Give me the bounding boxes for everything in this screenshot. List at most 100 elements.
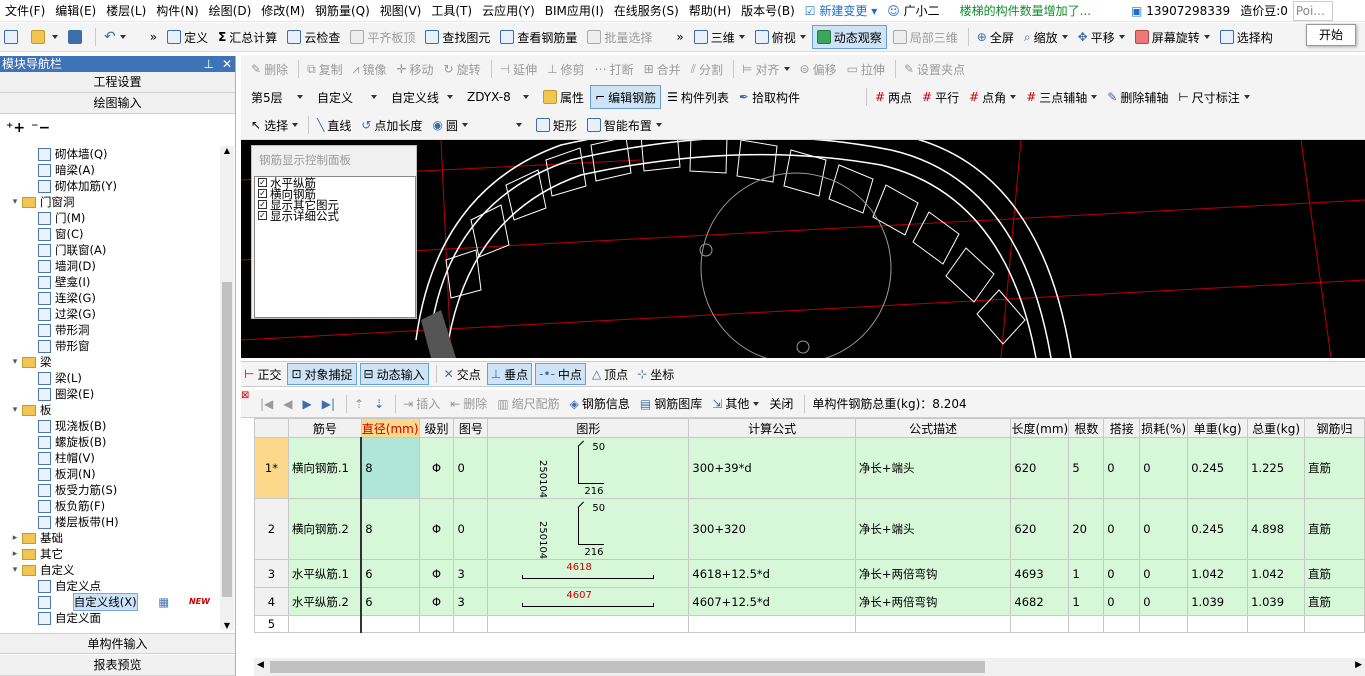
table-cell-name[interactable]: 横向钢筋.1 <box>287 437 363 499</box>
table-cell-desc[interactable]: 净长+端头 <box>854 437 1012 499</box>
table-cell-desc[interactable]: 净长+两倍弯钩 <box>854 587 1012 616</box>
merge-button[interactable]: ⊞ 合并 <box>640 57 685 81</box>
menu-item[interactable]: BIM应用(I) <box>540 0 609 22</box>
next-row-button[interactable]: ▶ <box>300 393 315 415</box>
table-cell-name[interactable]: 横向钢筋.2 <box>287 498 363 560</box>
table-cell-fig[interactable]: 0 <box>453 437 489 499</box>
select-comp-button[interactable]: 选择构 <box>1216 25 1277 49</box>
move-button[interactable]: ✛ 移动 <box>392 57 437 81</box>
view-rebar-button[interactable]: 查看钢筋量 <box>496 25 581 49</box>
category-select[interactable]: 自定义 <box>313 87 381 107</box>
table-cell-name[interactable] <box>287 615 363 633</box>
table-cell-len[interactable]: 620 <box>1010 437 1070 499</box>
table-cell-cat[interactable]: 直筋 <box>1304 559 1365 588</box>
table-cell-len[interactable]: 4693 <box>1010 559 1070 588</box>
dim-button[interactable]: ⊢ 尺寸标注 <box>1174 85 1253 109</box>
column-header[interactable]: 图形 <box>487 418 690 438</box>
column-header[interactable]: 图号 <box>453 418 489 438</box>
pin-icon[interactable]: ⊥ <box>203 57 213 71</box>
single-input-button[interactable]: 单构件输入 <box>0 633 235 654</box>
menu-item[interactable]: 绘图(D) <box>204 0 257 22</box>
table-cell-total_w[interactable]: 1.039 <box>1247 587 1306 616</box>
collapse-icon[interactable]: ▾ <box>10 562 20 578</box>
table-cell-count[interactable]: 1 <box>1068 559 1105 588</box>
table-cell-dia[interactable]: 8 <box>360 437 420 499</box>
tree-folder[interactable]: ▾ 板 <box>0 402 220 418</box>
tree-item[interactable]: 柱帽(V) <box>0 450 220 466</box>
table-cell-count[interactable] <box>1068 615 1105 633</box>
mid-button[interactable]: -•- 中点 <box>535 363 586 385</box>
find-elem-button[interactable]: 查找图元 <box>421 25 494 49</box>
table-row[interactable]: 1* 横向钢筋.1 8 Φ 0 250104 50 216 300+39*d 净长+端头 620 5 0… <box>254 437 1365 499</box>
column-header[interactable]: 损耗(%) <box>1139 418 1189 438</box>
view3d-button[interactable]: 三维 <box>690 25 749 49</box>
vertex-button[interactable]: △ 顶点 <box>589 363 631 385</box>
table-cell-unit_w[interactable]: 0.245 <box>1187 498 1249 560</box>
tree-item[interactable]: 门(M) <box>0 210 220 226</box>
pick-comp-button[interactable]: ✒ 拾取构件 <box>735 85 804 109</box>
grid-icon[interactable]: ▦ <box>158 594 169 610</box>
table-cell-total_w[interactable]: 4.898 <box>1247 498 1306 560</box>
table-cell-fig[interactable]: 3 <box>453 559 489 588</box>
type-select[interactable]: 自定义线 <box>387 87 457 107</box>
menu-item[interactable]: 楼层(L) <box>101 0 151 22</box>
table-cell-dia[interactable]: 8 <box>360 498 420 560</box>
overflow-chevron-2[interactable]: » <box>672 25 687 49</box>
column-header[interactable]: 单重(kg) <box>1187 418 1249 438</box>
comp-list-button[interactable]: ☰ 构件列表 <box>663 85 733 109</box>
table-cell-desc[interactable]: 净长+两倍弯钩 <box>854 559 1012 588</box>
table-cell-desc[interactable]: 净长+端头 <box>854 498 1012 560</box>
table-cell-formula[interactable]: 300+39*d <box>688 437 856 499</box>
tree-item[interactable]: 暗梁(A) <box>0 162 220 178</box>
table-cell-name[interactable]: 水平纵筋.1 <box>287 559 363 588</box>
table-row[interactable]: 3 水平纵筋.1 6 Φ 3 4618 4618+12.5*d 净长+两倍弯钩 4693 1 0 0 1… <box>254 559 1365 588</box>
new-change-button[interactable]: ☑ 新建变更 ▾ <box>800 0 882 22</box>
top-view-button[interactable]: 俯视 <box>751 25 810 49</box>
point-len-button[interactable]: ↺ 点加长度 <box>357 113 426 137</box>
table-cell-shape[interactable] <box>487 615 690 633</box>
table-cell-lap[interactable]: 0 <box>1103 437 1141 499</box>
user-account[interactable]: ▣ 13907298339 <box>1126 0 1235 22</box>
table-cell-formula[interactable]: 4618+12.5*d <box>688 559 856 588</box>
tree-item[interactable]: 过梁(G) <box>0 306 220 322</box>
table-cell-len[interactable]: 620 <box>1010 498 1070 560</box>
tree-item[interactable]: 连梁(G) <box>0 290 220 306</box>
offset-button[interactable]: ⊜ 偏移 <box>796 57 841 81</box>
table-hscrollbar[interactable]: ◀ ▶ <box>254 658 1365 676</box>
dynamic-view-button[interactable]: 动态观察 <box>811 25 887 49</box>
draw-input-button[interactable]: 绘图输入 <box>0 93 235 114</box>
intersect-button[interactable]: ✕ 交点 <box>441 363 484 385</box>
first-row-button[interactable]: |◀ <box>257 393 276 415</box>
tree-item[interactable]: 窗(C) <box>0 226 220 242</box>
table-cell-loss[interactable]: 0 <box>1139 587 1189 616</box>
table-row[interactable]: 5 <box>254 615 1365 633</box>
set-grip-button[interactable]: ✎ 设置夹点 <box>900 57 969 81</box>
tree-folder[interactable]: ▾ 梁 <box>0 354 220 370</box>
expand-icon[interactable]: ▸ <box>10 546 20 562</box>
row-number[interactable]: 3 <box>254 559 289 588</box>
column-header[interactable]: 计算公式 <box>688 418 856 438</box>
point-angle-button[interactable]: # 点角 <box>965 85 1020 109</box>
table-cell-cat[interactable]: 直筋 <box>1304 498 1365 560</box>
table-cell-fig[interactable]: 3 <box>453 587 489 616</box>
coord-button[interactable]: ⊹ 坐标 <box>634 363 677 385</box>
table-cell-total_w[interactable] <box>1247 615 1306 633</box>
table-cell-lap[interactable]: 0 <box>1103 559 1141 588</box>
table-cell-grade[interactable] <box>418 615 455 633</box>
tree-item[interactable]: 壁龛(I) <box>0 274 220 290</box>
table-cell-lap[interactable] <box>1103 615 1141 633</box>
tree-scrollbar-thumb[interactable] <box>222 282 232 597</box>
batch-select-button[interactable]: 批量选择 <box>583 25 656 49</box>
column-header[interactable]: 钢筋归 <box>1304 418 1365 438</box>
checkbox-icon[interactable]: ✓ <box>258 178 267 187</box>
column-header[interactable]: 直径(mm) <box>360 418 420 438</box>
table-cell-count[interactable]: 5 <box>1068 437 1105 499</box>
split-button[interactable]: ⫽ 分割 <box>687 57 727 81</box>
delete-button[interactable]: ✎ 删除 <box>247 57 292 81</box>
checkbox-icon[interactable]: ✓ <box>258 200 267 209</box>
table-cell-shape[interactable]: 4618 <box>487 559 690 588</box>
column-header[interactable]: 长度(mm) <box>1010 418 1070 438</box>
collapse-icon[interactable]: ▾ <box>10 354 20 370</box>
save-button[interactable] <box>64 25 89 49</box>
tree-item[interactable]: 自定义点 <box>0 578 220 594</box>
